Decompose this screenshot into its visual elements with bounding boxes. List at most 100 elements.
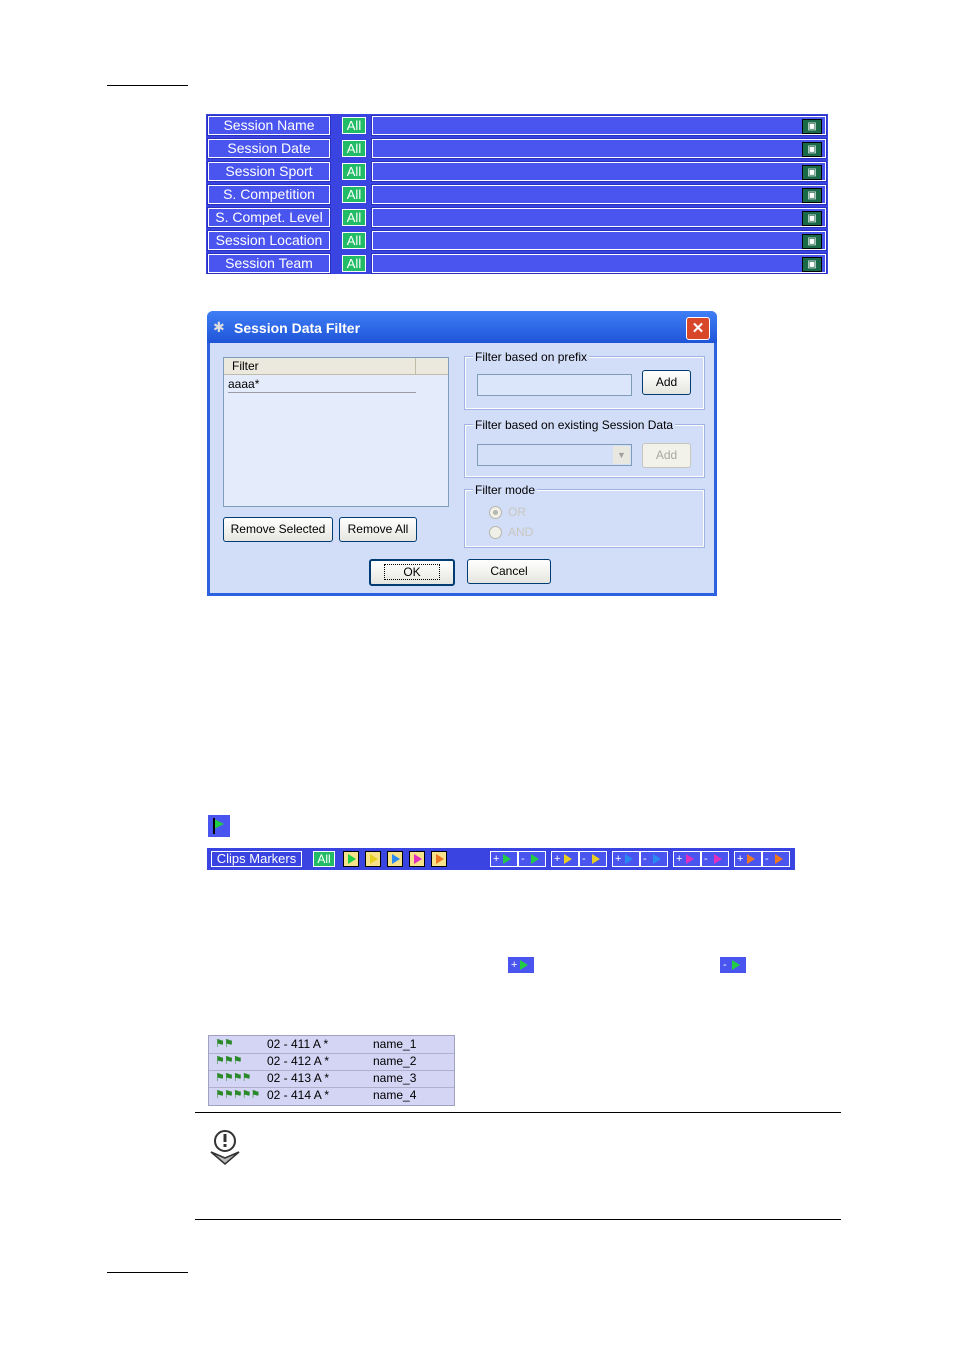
remove-marker-button[interactable]: - xyxy=(640,851,668,867)
marker-filter-button[interactable] xyxy=(343,851,359,867)
all-button[interactable]: All xyxy=(342,163,366,180)
marker-icon xyxy=(564,854,572,864)
remove-marker-button[interactable]: - xyxy=(579,851,607,867)
minus-icon: - xyxy=(704,853,708,865)
prefix-group: Filter based on prefix Add xyxy=(464,350,705,410)
filter-column-header: Filter xyxy=(232,359,259,373)
marker-icon xyxy=(592,854,600,864)
clip-table: ⚑⚑ 02 - 411 A * name_1 ⚑⚑⚑ 02 - 412 A * … xyxy=(208,1035,455,1106)
marker-icon xyxy=(775,854,783,864)
session-data-filter-dialog: ✱ Session Data Filter ✕ Filter aaaa* Rem… xyxy=(207,311,717,596)
clips-markers-bar: Clips Markers All + - + - + - + - + - xyxy=(207,848,795,870)
dialog-title-bar[interactable]: ✱ Session Data Filter ✕ xyxy=(207,311,717,343)
marker-icon xyxy=(436,854,444,864)
ok-button[interactable]: OK xyxy=(369,559,455,586)
session-field-label[interactable]: Session Name xyxy=(207,115,331,136)
or-radio[interactable] xyxy=(489,506,502,519)
session-field-label[interactable]: Session Location xyxy=(207,230,331,251)
filter-list-header[interactable]: Filter xyxy=(224,358,448,375)
clip-id: 02 - 413 A * xyxy=(267,1071,330,1085)
or-label: OR xyxy=(508,505,526,519)
and-radio[interactable] xyxy=(489,526,502,539)
all-button[interactable]: All xyxy=(342,140,366,157)
marker-filter-button[interactable] xyxy=(409,851,425,867)
session-filter-value[interactable]: ▣ xyxy=(371,115,827,136)
add-marker-button[interactable]: + xyxy=(734,851,762,867)
marker-icon xyxy=(503,854,511,864)
list-item[interactable]: aaaa* xyxy=(228,377,416,393)
add-marker-button[interactable]: + xyxy=(612,851,640,867)
prefix-group-label: Filter based on prefix xyxy=(473,350,590,364)
chevron-down-icon[interactable]: ▼ xyxy=(613,446,630,464)
filter-icon[interactable]: ▣ xyxy=(802,165,822,180)
all-button[interactable]: All xyxy=(342,255,366,272)
table-row[interactable]: ⚑⚑⚑⚑⚑ 02 - 414 A * name_4 xyxy=(209,1087,454,1104)
session-filter-value[interactable]: ▣ xyxy=(371,161,827,182)
filter-list[interactable]: Filter aaaa* xyxy=(223,357,449,507)
marker-icon xyxy=(686,854,694,864)
clips-all-button[interactable]: All xyxy=(313,851,335,867)
add-marker-button[interactable]: + xyxy=(551,851,579,867)
minus-icon: - xyxy=(582,853,586,865)
filter-icon[interactable]: ▣ xyxy=(802,142,822,157)
all-button[interactable]: All xyxy=(342,186,366,203)
app-icon: ✱ xyxy=(213,319,225,335)
remove-marker-button[interactable]: - xyxy=(701,851,729,867)
add-marker-button[interactable]: + xyxy=(673,851,701,867)
flags-icon: ⚑⚑⚑⚑ xyxy=(215,1072,251,1084)
remove-marker-button[interactable]: - xyxy=(762,851,790,867)
session-field-label[interactable]: Session Date xyxy=(207,138,331,159)
remove-marker-button[interactable]: - xyxy=(518,851,546,867)
flag-triangle xyxy=(214,819,224,829)
all-button[interactable]: All xyxy=(342,117,366,134)
filter-icon[interactable]: ▣ xyxy=(802,119,822,134)
column-separator[interactable] xyxy=(415,358,416,374)
header-rule xyxy=(107,85,188,86)
session-field-label[interactable]: Session Team xyxy=(207,253,331,274)
filter-icon[interactable]: ▣ xyxy=(802,234,822,249)
minus-icon: - xyxy=(643,853,647,865)
marker-icon xyxy=(414,854,422,864)
marker-filter-button[interactable] xyxy=(431,851,447,867)
marker-filter-button[interactable] xyxy=(387,851,403,867)
prefix-input[interactable] xyxy=(477,374,632,396)
filter-icon[interactable]: ▣ xyxy=(802,188,822,203)
flag-pole xyxy=(213,818,215,834)
session-filter-value[interactable]: ▣ xyxy=(371,230,827,251)
existing-add-button[interactable]: Add xyxy=(642,443,691,468)
cancel-button[interactable]: Cancel xyxy=(467,559,551,584)
table-row[interactable]: ⚑⚑⚑ 02 - 412 A * name_2 xyxy=(209,1053,454,1071)
close-icon[interactable]: ✕ xyxy=(686,317,710,340)
marker-filter-button[interactable] xyxy=(365,851,381,867)
plus-marker-icon: + xyxy=(508,957,534,973)
remove-all-button[interactable]: Remove All xyxy=(339,517,417,542)
all-button[interactable]: All xyxy=(342,209,366,226)
add-marker-button[interactable]: + xyxy=(490,851,518,867)
table-row[interactable]: ⚑⚑ 02 - 411 A * name_1 xyxy=(209,1036,454,1054)
clip-name: name_1 xyxy=(373,1037,417,1051)
table-row[interactable]: ⚑⚑⚑⚑ 02 - 413 A * name_3 xyxy=(209,1070,454,1088)
footer-rule xyxy=(107,1272,188,1273)
session-field-label[interactable]: S. Compet. Level xyxy=(207,207,331,228)
filter-icon[interactable]: ▣ xyxy=(802,211,822,226)
session-data-select[interactable]: ▼ xyxy=(477,444,632,466)
marker-icon xyxy=(747,854,755,864)
session-filter-value[interactable]: ▣ xyxy=(371,138,827,159)
marker-icon xyxy=(625,854,633,864)
clip-name: name_3 xyxy=(373,1071,417,1085)
note-icon xyxy=(210,1130,240,1165)
session-filter-value[interactable]: ▣ xyxy=(371,253,827,274)
session-filter-value[interactable]: ▣ xyxy=(371,184,827,205)
filter-icon[interactable]: ▣ xyxy=(802,257,822,272)
existing-group-label: Filter based on existing Session Data xyxy=(473,418,676,432)
session-filter-value[interactable]: ▣ xyxy=(371,207,827,228)
flags-icon: ⚑⚑⚑⚑⚑ xyxy=(215,1089,260,1101)
all-button[interactable]: All xyxy=(342,232,366,249)
clip-name: name_4 xyxy=(373,1088,417,1102)
flag-icon[interactable] xyxy=(208,815,230,837)
prefix-add-button[interactable]: Add xyxy=(642,370,691,395)
remove-selected-button[interactable]: Remove Selected xyxy=(223,517,333,542)
session-field-label[interactable]: Session Sport xyxy=(207,161,331,182)
clip-id: 02 - 414 A * xyxy=(267,1088,330,1102)
session-field-label[interactable]: S. Competition xyxy=(207,184,331,205)
